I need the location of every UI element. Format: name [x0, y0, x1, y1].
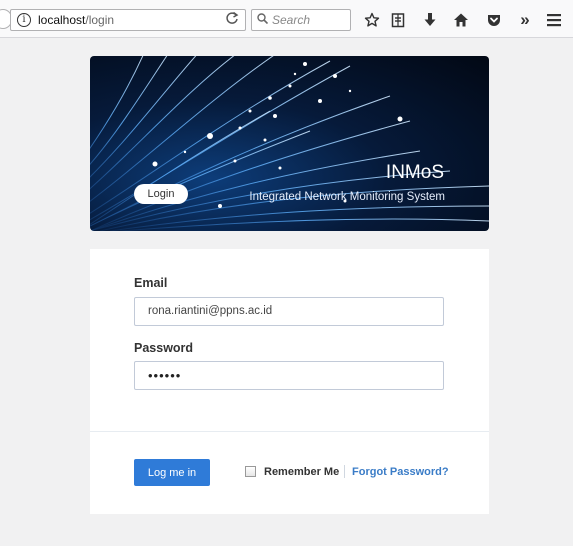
fiber-optic-illustration	[90, 56, 489, 231]
email-label: Email	[134, 276, 168, 290]
url-host: localhost	[38, 13, 86, 27]
search-placeholder: Search	[272, 13, 311, 27]
download-icon[interactable]	[419, 9, 441, 31]
app-subtitle: Integrated Network Monitoring System	[249, 191, 445, 203]
form-divider	[90, 431, 489, 432]
password-label: Password	[134, 341, 194, 355]
url-path: /login	[85, 13, 115, 27]
forgot-password-link[interactable]: Forgot Password?	[352, 466, 449, 478]
remember-me-checkbox[interactable]	[245, 466, 256, 477]
hamburger-menu-icon[interactable]	[543, 9, 565, 31]
pocket-icon[interactable]	[483, 9, 505, 31]
login-form-card: Email rona.riantini@ppns.ac.id Password …	[90, 249, 489, 514]
log-me-in-button[interactable]: Log me in	[134, 459, 210, 486]
reload-icon[interactable]	[225, 11, 239, 28]
remember-me-label[interactable]: Remember Me	[264, 466, 339, 478]
bookmark-star-icon[interactable]	[361, 9, 383, 31]
url-bar[interactable]: i localhost/login	[10, 9, 246, 31]
password-field[interactable]: ••••••	[134, 361, 444, 390]
banner-login-button[interactable]: Login	[134, 184, 188, 204]
browser-toolbar: i localhost/login Search »	[0, 0, 573, 38]
home-icon[interactable]	[450, 9, 472, 31]
search-icon	[257, 13, 268, 24]
search-bar[interactable]: Search	[251, 9, 351, 31]
reading-list-icon[interactable]	[387, 9, 409, 31]
overflow-chevron-icon[interactable]: »	[514, 9, 536, 31]
hero-banner: Login INMoS Integrated Network Monitorin…	[90, 56, 489, 231]
url-text[interactable]: localhost/login	[38, 13, 114, 27]
link-separator	[344, 465, 345, 478]
email-field[interactable]: rona.riantini@ppns.ac.id	[134, 297, 444, 326]
info-icon[interactable]: i	[17, 13, 31, 27]
app-title: INMoS	[385, 162, 444, 183]
